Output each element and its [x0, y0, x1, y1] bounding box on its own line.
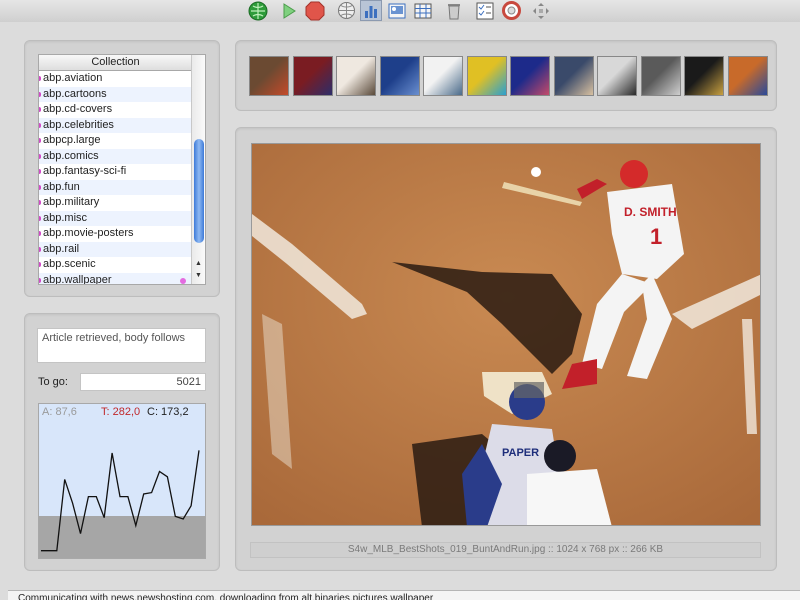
- crowd-event-thumbnail[interactable]: [684, 56, 724, 96]
- list-item[interactable]: abp.cd-covers: [39, 102, 192, 118]
- scroll-thumb[interactable]: [194, 139, 204, 243]
- marker-dot-icon: [39, 169, 41, 174]
- graph-baseline-area: [39, 516, 205, 558]
- list-item[interactable]: abp.fun: [39, 179, 192, 195]
- blue-night-thumbnail[interactable]: [379, 56, 420, 96]
- list-item[interactable]: abp.celebrities: [39, 117, 192, 133]
- list-item[interactable]: abp.fantasy-sci-fi: [39, 164, 192, 180]
- image-preview-icon[interactable]: [386, 0, 408, 21]
- marker-dot-icon: [39, 76, 41, 81]
- speed-graph: A: 87,6 T: 282,0 C: 173,2: [38, 403, 206, 559]
- marker-dot-icon: [39, 200, 41, 205]
- marker-dot-icon: [39, 153, 41, 159]
- collection-items: abp.aviation abp.cartoons abp.cd-covers abp…: [39, 71, 192, 285]
- list-item-label: abp.rail: [43, 242, 80, 255]
- marker-dot-icon: [39, 184, 41, 190]
- move-arrows-icon[interactable]: [530, 0, 552, 21]
- list-item-label: abpcp.large: [43, 134, 101, 146]
- scenic-lake-thumbnail[interactable]: [423, 56, 463, 96]
- portrait-man-thumbnail[interactable]: [553, 56, 594, 96]
- status-message: Article retrieved, body follows: [37, 328, 206, 363]
- play-icon[interactable]: [278, 0, 300, 21]
- list-item-label: abp.comics: [43, 149, 99, 162]
- list-item[interactable]: abp.comics: [39, 148, 192, 164]
- list-item[interactable]: abp.wallpaper: [39, 272, 192, 285]
- list-item-label: abp.misc: [43, 211, 88, 224]
- togo-value: 5021: [80, 373, 206, 391]
- list-item-label: abp.cd-covers: [43, 103, 113, 115]
- comic-girl-thumbnail[interactable]: [292, 56, 333, 96]
- grid-icon[interactable]: [412, 0, 434, 21]
- list-item-label: abp.military: [43, 196, 100, 208]
- image-caption: S4w_MLB_BestShots_019_BuntAndRun.jpg :: …: [250, 542, 761, 558]
- train-thumbnail[interactable]: [640, 56, 681, 96]
- catcher-jersey-text: PAPER: [502, 447, 539, 459]
- list-item-label: abp.fantasy-sci-fi: [43, 165, 127, 177]
- list-item-label: abp.movie-posters: [43, 227, 134, 239]
- marker-dot-icon: [39, 122, 41, 128]
- list-item-label: abp.wallpaper: [43, 273, 112, 285]
- list-item[interactable]: abp.cartoons: [39, 86, 192, 102]
- masked-figure-thumbnail[interactable]: [510, 56, 550, 96]
- list-item-label: abp.cartoons: [43, 87, 107, 100]
- collection-scrollbar[interactable]: ▲ ▼: [191, 55, 205, 284]
- list-item-label: abp.aviation: [43, 72, 103, 84]
- bar-chart-icon[interactable]: [360, 0, 382, 21]
- globe-icon[interactable]: [335, 0, 357, 21]
- list-item[interactable]: abp.military: [39, 195, 192, 211]
- colorful-art-thumbnail[interactable]: [466, 56, 507, 96]
- marker-dot-icon: [39, 262, 41, 267]
- list-item[interactable]: abp.movie-posters: [39, 226, 192, 242]
- list-item[interactable]: abp.misc: [39, 210, 192, 226]
- batter-jersey-number: 1: [650, 224, 662, 249]
- scroll-down-arrow-icon[interactable]: ▼: [192, 270, 205, 282]
- list-item-label: abp.fun: [43, 180, 80, 193]
- marker-dot-icon: [39, 138, 41, 143]
- fantasy-art-thumbnail[interactable]: [249, 56, 289, 96]
- list-item[interactable]: abpcp.large: [39, 133, 192, 149]
- togo-label: To go:: [38, 376, 68, 388]
- marker-dot-icon: [39, 246, 41, 252]
- collection-header[interactable]: Collection: [39, 55, 192, 71]
- list-item[interactable]: abp.aviation: [39, 71, 192, 87]
- list-item-label: abp.scenic: [43, 258, 96, 270]
- lifebuoy-icon[interactable]: [500, 0, 522, 21]
- marker-dot-icon: [39, 107, 41, 112]
- scroll-up-arrow-icon[interactable]: ▲: [192, 258, 205, 270]
- baseball-catch-thumbnail[interactable]: [727, 56, 768, 96]
- graph-plot: [39, 450, 205, 558]
- batter-jersey-text: D. SMITH: [624, 205, 677, 219]
- active-dot-icon: [180, 277, 186, 284]
- stop-icon[interactable]: [304, 0, 326, 21]
- list-item[interactable]: abp.rail: [39, 241, 192, 257]
- connect-globe-icon[interactable]: [247, 0, 269, 21]
- marker-dot-icon: [39, 231, 41, 236]
- main-image[interactable]: D. SMITH 1 PAPER: [251, 143, 761, 526]
- aircraft-thumbnail[interactable]: [597, 56, 637, 96]
- toolbar: [0, 0, 800, 22]
- sci-fi-scene-thumbnail[interactable]: [336, 56, 376, 96]
- marker-dot-icon: [39, 215, 41, 221]
- marker-dot-icon: [39, 277, 41, 283]
- trash-icon[interactable]: [443, 0, 465, 21]
- collection-list[interactable]: Collection abp.aviation abp.cartoons abp.c…: [38, 54, 206, 285]
- marker-dot-icon: [39, 91, 41, 97]
- status-bar: Communicating with news.newshosting.com,…: [8, 590, 800, 600]
- list-item[interactable]: abp.scenic: [39, 257, 192, 273]
- list-item-label: abp.celebrities: [43, 118, 114, 131]
- checklist-icon[interactable]: [474, 0, 496, 21]
